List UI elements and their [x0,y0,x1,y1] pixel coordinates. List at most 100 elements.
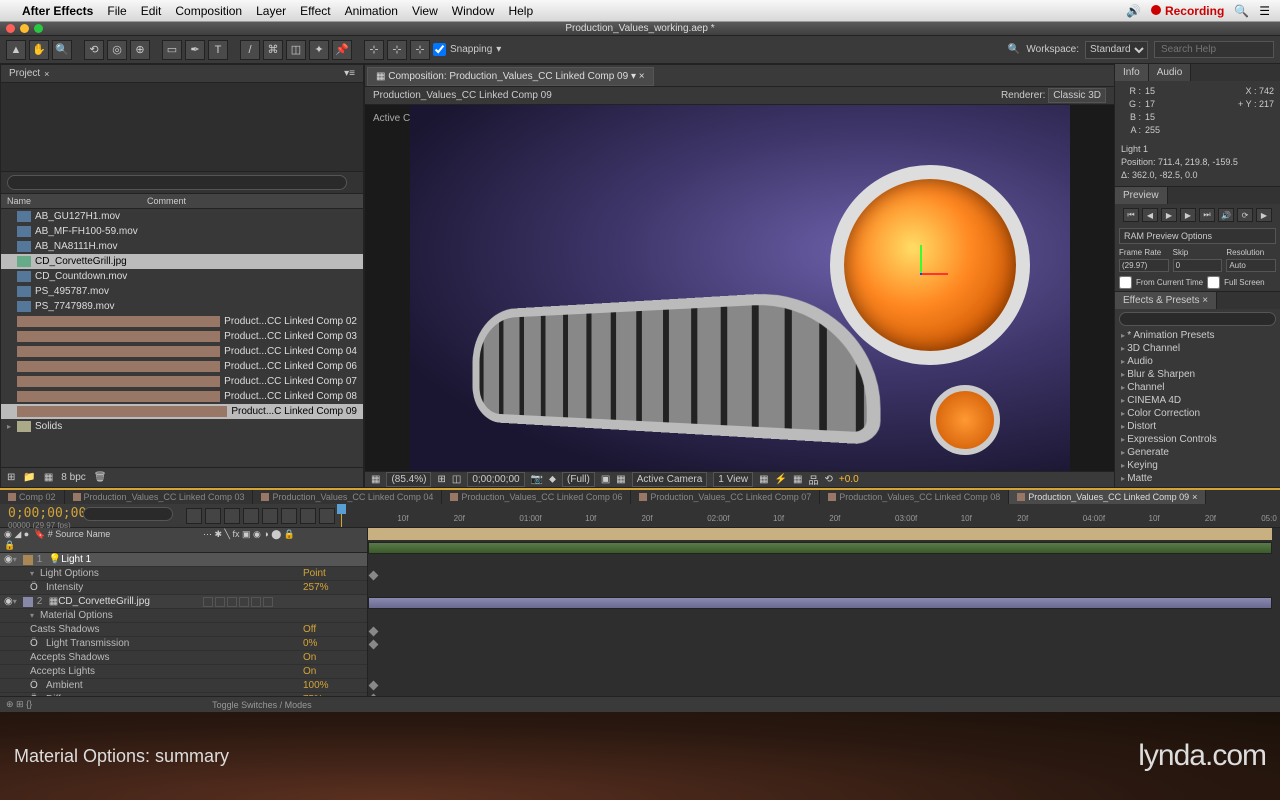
project-item[interactable]: CD_Countdown.mov [1,269,363,284]
full-screen-checkbox[interactable] [1207,276,1220,289]
z-axis-handle[interactable] [920,273,922,275]
new-folder-icon[interactable]: 📁 [23,472,35,483]
type-tool[interactable]: T [208,40,228,60]
effect-category[interactable]: Color Correction [1115,407,1280,420]
menu-edit[interactable]: Edit [141,4,162,18]
menu-effect[interactable]: Effect [300,4,330,18]
property-row[interactable]: ÖLight Transmission0% [0,637,367,651]
graph-editor-icon[interactable] [281,508,297,524]
y-axis-handle[interactable] [920,245,922,273]
mask-icon[interactable]: ◫ [452,474,461,485]
resolution-select[interactable]: (Full) [562,472,595,487]
layer-duration-bar[interactable] [368,597,1272,609]
comment-column[interactable]: Comment [147,196,186,206]
effect-category[interactable]: CINEMA 4D [1115,394,1280,407]
timeline-tab[interactable]: Production_Values_CC Linked Comp 07 [631,490,820,504]
exposure-value[interactable]: +0.0 [839,474,859,485]
help-search-input[interactable] [1154,41,1274,58]
menu-window[interactable]: Window [452,4,495,18]
first-frame-button[interactable]: ⏮ [1123,208,1139,222]
brainstorm-icon[interactable] [300,508,316,524]
layer-row[interactable]: ◉▾ 1 💡 Light 1 [0,553,367,567]
current-time-indicator[interactable] [341,504,342,527]
current-time[interactable]: 0;00;00;00 [467,472,524,487]
rectangle-tool[interactable]: ▭ [162,40,182,60]
effect-category[interactable]: Matte [1115,472,1280,485]
channel-icon[interactable]: ⬥ [549,474,556,485]
ram-preview-button[interactable]: ▶ [1256,208,1272,222]
auto-keyframe-icon[interactable] [319,508,335,524]
volume-icon[interactable]: 🔊 [1126,4,1141,18]
views-select[interactable]: 1 View [713,472,753,487]
timeline-search-input[interactable] [83,507,173,521]
timeline-tab[interactable]: Production_Values_CC Linked Comp 06 [442,490,631,504]
project-item[interactable]: PS_495787.mov [1,284,363,299]
snapping-toggle[interactable]: Snapping ▾ [433,43,501,56]
timeline-tab[interactable]: Comp 02 [0,490,65,504]
layer-duration-bar[interactable] [368,542,1272,554]
panel-menu-icon[interactable]: ▾≡ [344,68,355,79]
timeline-tabs[interactable]: Comp 02 Production_Values_CC Linked Comp… [0,490,1280,504]
draft-3d-icon[interactable] [205,508,221,524]
preview-tab[interactable]: Preview [1115,187,1168,204]
pan-behind-tool[interactable]: ⊕ [130,40,150,60]
window-close-button[interactable] [6,24,15,33]
keyframe-icon[interactable] [369,627,379,637]
hand-tool[interactable]: ✋ [29,40,49,60]
rotation-tool[interactable]: ⟲ [84,40,104,60]
close-icon[interactable]: × [639,71,645,82]
window-zoom-button[interactable] [34,24,43,33]
property-group[interactable]: ▾Light Options Point [0,567,367,581]
intensity-value[interactable]: 257% [303,582,363,593]
spotlight-icon[interactable]: 🔍 [1234,4,1249,18]
close-icon[interactable]: × [44,69,49,79]
layer-color-swatch[interactable] [23,555,33,565]
transparency-icon[interactable]: ▦ [616,474,625,485]
fast-preview-icon[interactable]: ⚡ [775,474,787,485]
layer-row[interactable]: ◉▾ 2 ▦ CD_CorvetteGrill.jpg [0,595,367,609]
flowchart-icon[interactable]: 品 [809,472,819,487]
effect-category[interactable]: Generate [1115,446,1280,459]
skip-select[interactable]: 0 [1173,259,1223,272]
view-axis-button[interactable]: ⊹ [410,40,430,60]
renderer-button[interactable]: Classic 3D [1048,88,1106,103]
tab-dropdown-icon[interactable]: ▾ [631,71,636,82]
3d-gizmo[interactable] [900,253,940,293]
property-row[interactable]: ÖAmbient100% [0,679,367,693]
effect-category[interactable]: Blur & Sharpen [1115,368,1280,381]
property-row[interactable]: Accepts LightsOn [0,665,367,679]
project-item[interactable]: Product...CC Linked Comp 08 [1,389,363,404]
eraser-tool[interactable]: ◫ [286,40,306,60]
viewer-content[interactable] [410,105,1070,471]
timeline-tab[interactable]: Production_Values_CC Linked Comp 04 [253,490,442,504]
light-type-value[interactable]: Point [303,568,363,579]
project-search-input[interactable] [7,175,347,190]
effects-search-input[interactable] [1119,312,1276,326]
interpret-footage-icon[interactable]: ⊞ [7,472,15,483]
pixel-aspect-icon[interactable]: ▦ [759,474,768,485]
delete-icon[interactable]: 🗑 [94,472,107,483]
time-ruler[interactable]: 10f 20f 01:00f 10f 20f 02:00f 10f 20f 03… [341,504,1280,527]
project-item-list[interactable]: AB_GU127H1.mov AB_MF-FH100-59.mov AB_NA8… [1,209,363,467]
next-frame-button[interactable]: ▶ [1180,208,1196,222]
menu-extras-icon[interactable]: ☰ [1259,4,1270,18]
menu-layer[interactable]: Layer [256,4,286,18]
project-item[interactable]: AB_MF-FH100-59.mov [1,224,363,239]
timeline-icon[interactable]: ▦ [793,474,802,485]
local-axis-button[interactable]: ⊹ [364,40,384,60]
mute-button[interactable]: 🔊 [1218,208,1234,222]
grid-icon[interactable]: ⊞ [437,474,445,485]
property-row[interactable]: Casts ShadowsOff [0,623,367,637]
property-row[interactable]: Accepts ShadowsOn [0,651,367,665]
motion-blur-icon[interactable] [262,508,278,524]
x-axis-handle[interactable] [920,273,948,275]
snapping-options-icon[interactable]: ▾ [496,44,501,55]
roi-icon[interactable]: ▣ [601,474,610,485]
timecode-display[interactable]: 0;00;00;00 00000 (29.97 fps) [0,504,80,527]
project-tab[interactable]: Project× ▾≡ [1,65,363,83]
project-item[interactable]: ▸Solids [1,419,363,434]
layer-name[interactable]: CD_CorvetteGrill.jpg [58,596,203,607]
project-item[interactable]: AB_GU127H1.mov [1,209,363,224]
menu-help[interactable]: Help [508,4,533,18]
keyframe-icon[interactable] [369,694,379,696]
